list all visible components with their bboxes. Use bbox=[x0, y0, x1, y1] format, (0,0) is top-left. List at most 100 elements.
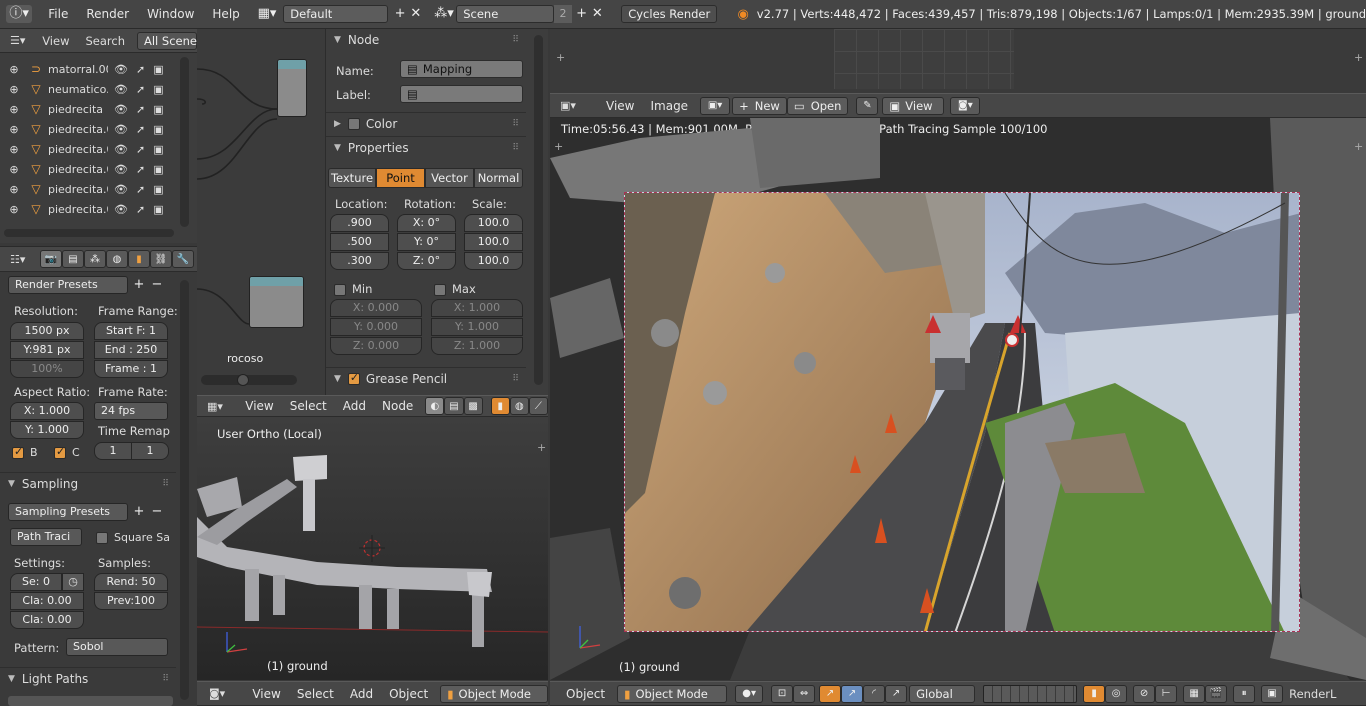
compositing-nodes-icon[interactable]: ▤ bbox=[444, 397, 464, 415]
add-sampling-preset-icon[interactable]: + bbox=[130, 503, 148, 521]
outliner-display-mode[interactable]: All Scene bbox=[137, 31, 197, 50]
render-result-area[interactable]: Time:05:56.43 | Mem:901.00M, Peak:924.94… bbox=[550, 118, 1366, 680]
visibility-eye-icon[interactable]: 👁 bbox=[114, 83, 128, 96]
pause-icon[interactable]: ⏸ bbox=[1233, 684, 1256, 703]
frame-step-field[interactable]: Frame : 1 bbox=[94, 360, 168, 378]
tab-texture[interactable]: Texture bbox=[328, 168, 376, 188]
right-menu-object[interactable]: Object bbox=[558, 687, 613, 701]
info-editor-icon[interactable]: ⓘ▾ bbox=[6, 5, 33, 23]
node-menu-select[interactable]: Select bbox=[282, 399, 335, 413]
sampling-section-header[interactable]: ▼ Sampling ⠿ bbox=[0, 472, 176, 494]
menu-render[interactable]: Render bbox=[77, 7, 138, 21]
list-item[interactable]: ⊕ ▽ piedrecita.0 👁 ➚ ▣ bbox=[0, 139, 190, 159]
visibility-eye-icon[interactable]: 👁 bbox=[114, 63, 128, 76]
tab-vector[interactable]: Vector bbox=[425, 168, 474, 188]
time-remap-new-field[interactable]: 1 bbox=[131, 442, 169, 460]
render-samples-field[interactable]: Rend: 50 bbox=[94, 573, 168, 591]
min-z-field[interactable]: Z: 0.000 bbox=[330, 337, 422, 355]
image-menu-view[interactable]: View bbox=[598, 99, 642, 113]
add-screen-icon[interactable]: + bbox=[392, 5, 408, 23]
resolution-y-field[interactable]: Y:981 px bbox=[10, 341, 84, 359]
list-item[interactable]: ⊕ ▽ piedrecita.0 👁 ➚ ▣ bbox=[0, 179, 190, 199]
render-camera-icon[interactable]: ▣ bbox=[153, 163, 163, 176]
close-scene-icon[interactable]: ✕ bbox=[589, 5, 605, 23]
node-label-field[interactable]: ▤ bbox=[400, 85, 523, 103]
screen-selector[interactable]: Default bbox=[283, 5, 389, 23]
modifiers-tab-icon[interactable]: 🔧 bbox=[172, 250, 194, 268]
viewport-3d-left[interactable]: User Ortho (Local) (1) ground + bbox=[197, 417, 548, 680]
image-menu-image[interactable]: Image bbox=[642, 99, 696, 113]
visibility-eye-icon[interactable]: 👁 bbox=[114, 163, 128, 176]
select-cursor-icon[interactable]: ➚ bbox=[136, 123, 145, 136]
scale-x-field[interactable]: 100.0 bbox=[464, 214, 523, 232]
outliner-menu-view[interactable]: View bbox=[42, 34, 69, 48]
preview-samples-field[interactable]: Prev:100 bbox=[94, 592, 168, 610]
render-camera-icon[interactable]: ▣ bbox=[153, 63, 163, 76]
outliner-editor-icon[interactable]: ☰▾ bbox=[10, 34, 32, 47]
visibility-eye-icon[interactable]: 👁 bbox=[114, 143, 128, 156]
tab-point[interactable]: Point bbox=[376, 168, 425, 188]
node-menu-node[interactable]: Node bbox=[374, 399, 421, 413]
select-cursor-icon[interactable]: ➚ bbox=[136, 103, 145, 116]
remove-sampling-preset-icon[interactable]: − bbox=[148, 503, 166, 521]
constraints-tab-icon[interactable]: ⛓ bbox=[150, 250, 172, 268]
viewport-menu-select[interactable]: Select bbox=[289, 687, 342, 701]
outliner-menu-search[interactable]: Search bbox=[85, 34, 125, 48]
max-y-field[interactable]: Y: 1.000 bbox=[431, 318, 523, 336]
manipulator-toggle-icon[interactable]: ⇔ bbox=[793, 684, 816, 703]
menu-window[interactable]: Window bbox=[138, 7, 203, 21]
render-camera-icon[interactable]: ▣ bbox=[153, 103, 163, 116]
snap-element-icon[interactable]: ⊢ bbox=[1155, 684, 1178, 703]
aspect-y-field[interactable]: Y: 1.000 bbox=[10, 421, 84, 439]
new-image-button[interactable]: + New bbox=[732, 96, 787, 115]
outliner-scrollbar[interactable] bbox=[180, 57, 189, 227]
list-item[interactable]: ⊕ ⊃ matorral.00 👁 ➚ ▣ bbox=[0, 59, 190, 79]
render-layers-icon[interactable]: ▤ bbox=[62, 250, 84, 268]
node-hscrollbar[interactable] bbox=[201, 375, 297, 385]
render-camera-icon[interactable]: ▣ bbox=[153, 83, 163, 96]
clamp-indirect-field[interactable]: Cla: 0.00 bbox=[10, 611, 84, 629]
list-item[interactable]: ⊕ ▽ piedrecita.0 👁 ➚ ▣ bbox=[0, 159, 190, 179]
line-style-icon[interactable]: ⟋ bbox=[528, 397, 548, 415]
add-scene-icon[interactable]: + bbox=[574, 5, 590, 23]
properties-editor-icon[interactable]: ☷▾ bbox=[10, 253, 40, 266]
snap-toggle-icon[interactable]: ⊘ bbox=[1133, 684, 1156, 703]
location-z-field[interactable]: .300 bbox=[330, 252, 389, 270]
proportional-edit-icon[interactable]: ◎ bbox=[1105, 684, 1128, 703]
render-camera-icon[interactable]: ▣ bbox=[153, 123, 163, 136]
light-paths-section-header[interactable]: ▼ Light Paths ⠿ bbox=[0, 667, 176, 689]
image-browse-icon[interactable]: ▣▾ bbox=[700, 96, 731, 115]
rotation-y-field[interactable]: Y: 0° bbox=[397, 233, 456, 251]
transform-orientation-icon[interactable]: ↗ bbox=[885, 684, 908, 703]
min-checkbox[interactable]: Min bbox=[334, 282, 372, 296]
node-menu-view[interactable]: View bbox=[237, 399, 281, 413]
square-samples-checkbox[interactable]: Square Sa bbox=[96, 531, 176, 544]
aspect-x-field[interactable]: X: 1.000 bbox=[10, 402, 84, 420]
opengl-render-icon[interactable]: ▦ bbox=[1183, 684, 1206, 703]
remove-preset-icon[interactable]: − bbox=[148, 276, 166, 294]
top-right-plus-icon[interactable]: + bbox=[556, 51, 565, 64]
frame-rate-select[interactable]: 24 fps bbox=[94, 402, 168, 420]
max-checkbox[interactable]: Max bbox=[434, 282, 476, 296]
world-tab-icon[interactable]: ◍ bbox=[106, 250, 128, 268]
list-item[interactable]: ⊕▽neumatico.0👁➚▣ bbox=[0, 79, 190, 99]
location-x-field[interactable]: .900 bbox=[330, 214, 389, 232]
render-layer-icon[interactable]: ▣ bbox=[1261, 684, 1284, 703]
visibility-eye-icon[interactable]: 👁 bbox=[114, 203, 128, 216]
min-x-field[interactable]: X: 0.000 bbox=[330, 299, 422, 317]
viewport-add-plus-icon[interactable]: + bbox=[537, 441, 546, 454]
render-engine-select[interactable]: Cycles Render bbox=[621, 5, 718, 23]
viewport-shading-icon[interactable]: ●▾ bbox=[735, 684, 764, 703]
world-shader-icon[interactable]: ◍ bbox=[509, 397, 529, 415]
render-camera-icon[interactable]: ▣ bbox=[153, 203, 163, 216]
render-camera-icon[interactable]: ▣ bbox=[153, 143, 163, 156]
select-cursor-icon[interactable]: ➚ bbox=[136, 63, 145, 76]
select-cursor-icon[interactable]: ➚ bbox=[136, 203, 145, 216]
viewport-menu-view[interactable]: View bbox=[244, 687, 288, 701]
node-editor-canvas[interactable]: rocoso bbox=[197, 29, 325, 395]
list-item[interactable]: ⊕ ▽ piedrecita.0 👁 ➚ ▣ bbox=[0, 199, 190, 219]
top-right-plus-icon-2[interactable]: + bbox=[1354, 51, 1363, 64]
max-x-field[interactable]: X: 1.000 bbox=[431, 299, 523, 317]
visibility-eye-icon[interactable]: 👁 bbox=[114, 183, 128, 196]
node-mix[interactable] bbox=[277, 59, 307, 117]
